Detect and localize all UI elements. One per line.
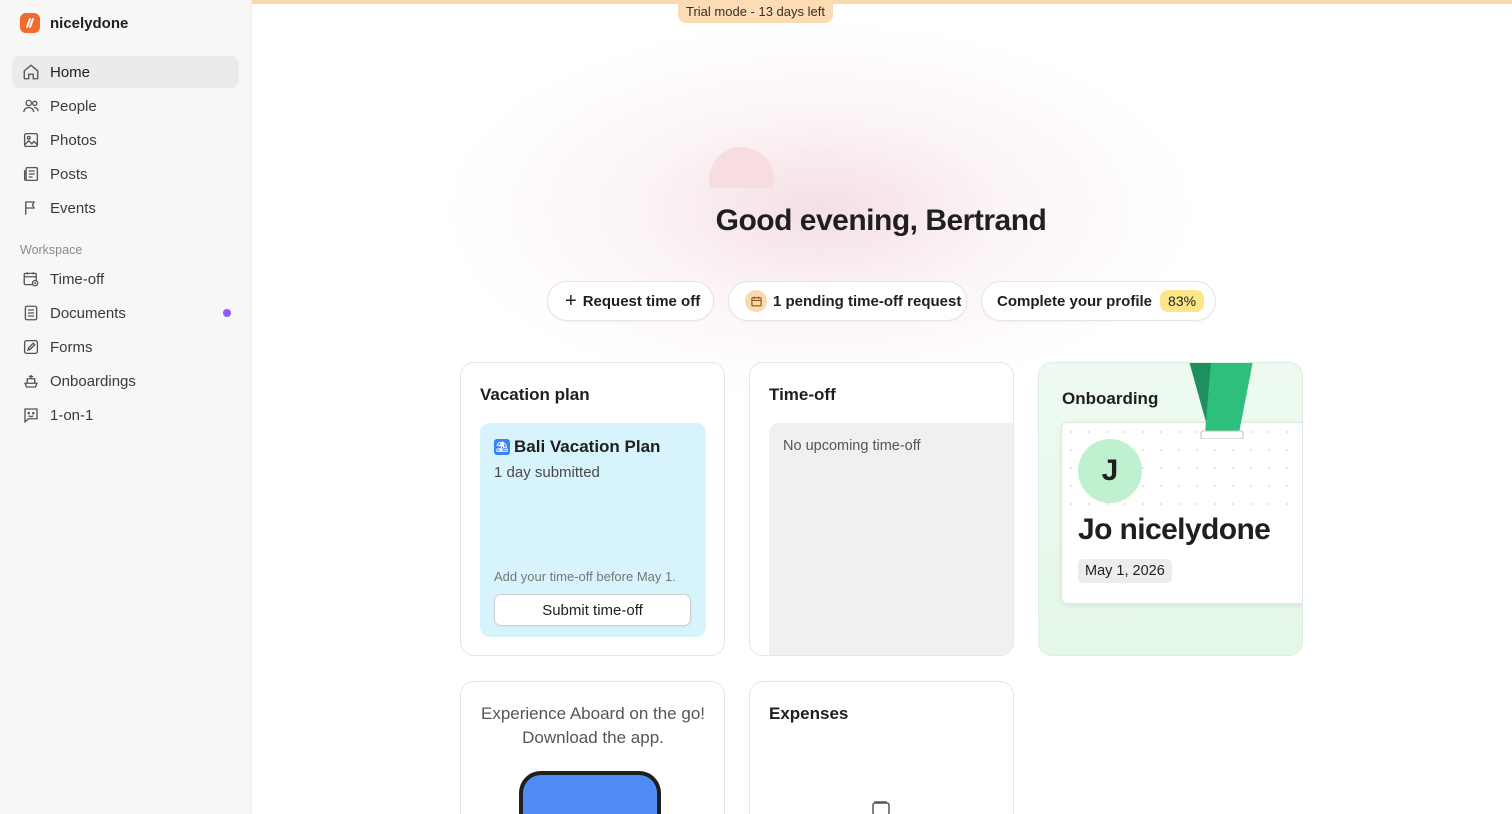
people-icon [22, 97, 40, 115]
onboarding-date: May 1, 2026 [1078, 559, 1172, 583]
vacation-plan-title: Vacation plan [480, 385, 590, 404]
profile-percent-badge: 83% [1160, 290, 1205, 312]
time-off-title: Time-off [769, 385, 836, 404]
calendar-clock-icon [22, 270, 40, 288]
plan-title: ⛱ Bali Vacation Plan [494, 437, 660, 457]
onboarding-avatar: J [1078, 439, 1142, 503]
user-avatar[interactable] [709, 147, 774, 188]
home-icon [22, 63, 40, 81]
plan-note: Add your time-off before May 1. [494, 569, 676, 584]
brand[interactable]: nicelydone [20, 13, 128, 33]
complete-profile-button[interactable]: Complete your profile 83% [981, 281, 1216, 321]
onboarding-badge-card: J Jo nicelydone May 1, 2026 [1061, 422, 1302, 604]
sidebar-item-documents[interactable]: Documents [12, 297, 239, 329]
expenses-card[interactable]: Expenses [749, 681, 1014, 814]
sidebar-item-people[interactable]: People [12, 90, 239, 122]
plus-icon: + [565, 290, 577, 312]
sidebar-item-time-off[interactable]: Time-off [12, 263, 239, 295]
sidebar-item-label: Onboardings [50, 372, 136, 390]
onboarding-name: Jo nicelydone [1078, 513, 1271, 546]
trial-badge[interactable]: Trial mode - 13 days left [678, 0, 833, 23]
brand-name: nicelydone [50, 14, 129, 32]
sidebar-item-1-on-1[interactable]: 1-on-1 [12, 399, 239, 431]
wallet-icon [872, 801, 890, 814]
lanyard-ribbon-icon [1189, 363, 1253, 439]
pending-request-button[interactable]: 1 pending time-off request [728, 281, 967, 321]
vacation-plan-card: Vacation plan ⛱ Bali Vacation Plan 1 day… [460, 362, 725, 656]
submit-time-off-button[interactable]: Submit time-off [494, 594, 691, 626]
trial-bar [252, 0, 1512, 4]
form-icon [22, 338, 40, 356]
sidebar-item-label: 1-on-1 [50, 406, 94, 424]
sidebar-item-label: Forms [50, 338, 93, 356]
sidebar-item-forms[interactable]: Forms [12, 331, 239, 363]
onboarding-title: Onboarding [1062, 389, 1159, 408]
app-promo-line2: Download the app. [522, 728, 664, 747]
main-nav: Home People Photos Posts Events [12, 56, 239, 226]
expenses-title: Expenses [769, 704, 849, 723]
app-promo-line1: Experience Aboard on the go! [481, 704, 705, 723]
vacation-plan-item[interactable]: ⛱ Bali Vacation Plan 1 day submitted Add… [480, 423, 706, 637]
request-time-off-label: Request time off [582, 292, 701, 310]
notification-dot [223, 309, 231, 317]
request-time-off-button[interactable]: + Request time off [547, 281, 714, 321]
greeting-title: Good evening, Bertrand [715, 204, 1047, 237]
beach-icon: ⛱ [494, 439, 510, 455]
onboarding-card[interactable]: Onboarding J Jo nicelydone May 1, 2026 [1038, 362, 1303, 656]
photo-icon [22, 131, 40, 149]
sidebar-item-photos[interactable]: Photos [12, 124, 239, 156]
sidebar-item-posts[interactable]: Posts [12, 158, 239, 190]
pending-request-label: 1 pending time-off request [773, 292, 962, 310]
chat-face-icon [22, 406, 40, 424]
app-promo-card[interactable]: Experience Aboard on the go! Download th… [460, 681, 725, 814]
flag-icon [22, 199, 40, 217]
time-off-list: No upcoming time-off [769, 423, 1013, 655]
sidebar-item-label: Home [50, 63, 91, 81]
posts-icon [22, 165, 40, 183]
sidebar-item-onboardings[interactable]: Onboardings [12, 365, 239, 397]
document-icon [22, 304, 40, 322]
sidebar: nicelydone Home People Photos Posts Even… [0, 0, 252, 814]
brand-logo-icon [20, 13, 40, 33]
sidebar-item-label: Photos [50, 131, 97, 149]
workspace-section-label: Workspace [20, 243, 83, 257]
sidebar-item-home[interactable]: Home [12, 56, 239, 88]
sidebar-item-label: Posts [50, 165, 88, 183]
workspace-nav: Time-off Documents Forms Onboardings 1-o… [12, 263, 239, 433]
complete-profile-label: Complete your profile [997, 292, 1153, 310]
time-off-card: Time-off No upcoming time-off [749, 362, 1014, 656]
plan-name: Bali Vacation Plan [514, 437, 661, 456]
sidebar-item-label: Time-off [50, 270, 105, 288]
time-off-empty-text: No upcoming time-off [783, 438, 921, 454]
calendar-icon [745, 290, 767, 312]
onboarding-icon [22, 372, 40, 390]
sidebar-item-label: Events [50, 199, 96, 217]
sidebar-item-label: Documents [50, 304, 126, 322]
app-promo-text: Experience Aboard on the go! Download th… [461, 702, 724, 750]
plan-submitted: 1 day submitted [494, 464, 600, 481]
sidebar-item-label: People [50, 97, 97, 115]
phone-illustration [519, 771, 661, 814]
sidebar-item-events[interactable]: Events [12, 192, 239, 224]
